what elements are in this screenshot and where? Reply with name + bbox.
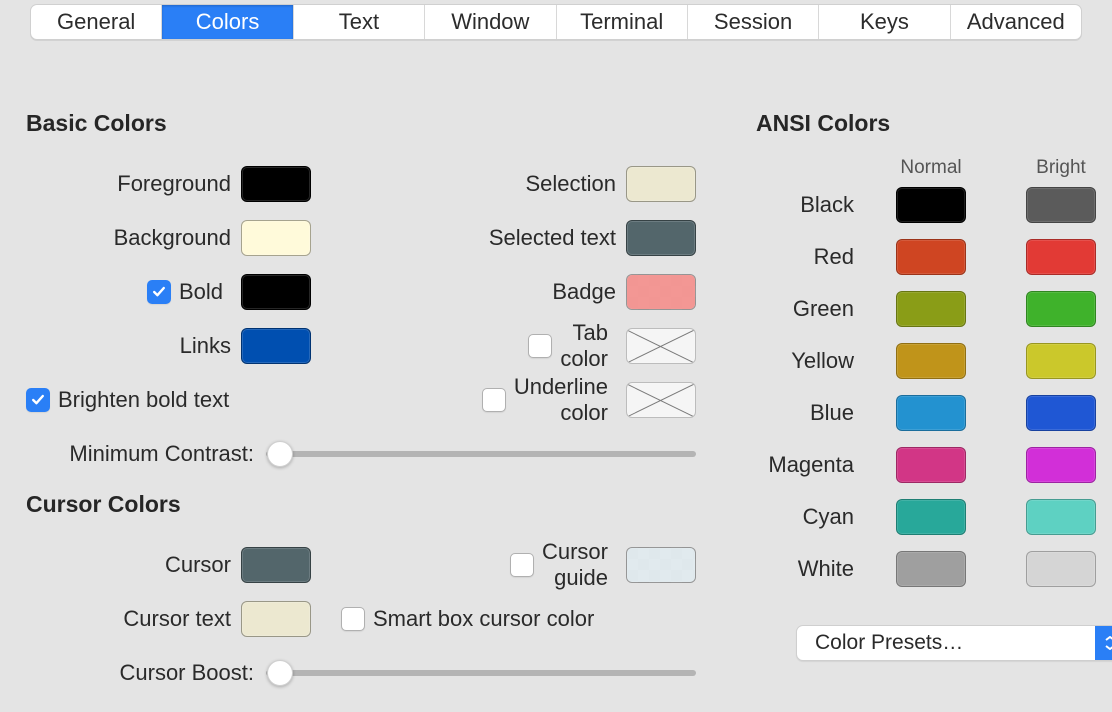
tab-advanced[interactable]: Advanced <box>951 5 1081 39</box>
tab-terminal[interactable]: Terminal <box>557 5 688 39</box>
ansi-name: Black <box>756 192 866 218</box>
ansi-name: Red <box>756 244 866 270</box>
underline-color-swatch[interactable] <box>626 382 696 418</box>
cursor-guide-checkbox[interactable] <box>510 553 534 577</box>
tab-colors[interactable]: Colors <box>162 5 293 39</box>
ansi-row-green: Green <box>756 283 1112 335</box>
background-label: Background <box>114 225 241 251</box>
cursor-guide-swatch[interactable] <box>626 547 696 583</box>
tab-color-swatch[interactable] <box>626 328 696 364</box>
selected-text-swatch[interactable] <box>626 220 696 256</box>
ansi-black-normal-swatch[interactable] <box>896 187 966 223</box>
ansi-cyan-bright-swatch[interactable] <box>1026 499 1096 535</box>
ansi-name: White <box>756 556 866 582</box>
smart-box-checkbox[interactable] <box>341 607 365 631</box>
links-swatch[interactable] <box>241 328 311 364</box>
ansi-red-bright-swatch[interactable] <box>1026 239 1096 275</box>
ansi-white-bright-swatch[interactable] <box>1026 551 1096 587</box>
bold-label: Bold <box>179 279 233 305</box>
cursor-guide-label: Cursor guide <box>542 539 618 591</box>
ansi-green-normal-swatch[interactable] <box>896 291 966 327</box>
ansi-magenta-normal-swatch[interactable] <box>896 447 966 483</box>
ansi-row-white: White <box>756 543 1112 595</box>
ansi-green-bright-swatch[interactable] <box>1026 291 1096 327</box>
ansi-row-cyan: Cyan <box>756 491 1112 543</box>
tab-window[interactable]: Window <box>425 5 556 39</box>
underline-color-checkbox[interactable] <box>482 388 506 412</box>
chevron-down-icon <box>1095 626 1112 660</box>
ansi-colors-heading: ANSI Colors <box>756 110 1112 137</box>
tab-color-checkbox[interactable] <box>528 334 552 358</box>
ansi-magenta-bright-swatch[interactable] <box>1026 447 1096 483</box>
underline-color-label: Underline color <box>514 374 618 426</box>
ansi-red-normal-swatch[interactable] <box>896 239 966 275</box>
foreground-swatch[interactable] <box>241 166 311 202</box>
ansi-row-blue: Blue <box>756 387 1112 439</box>
ansi-row-yellow: Yellow <box>756 335 1112 387</box>
cursor-boost-label: Cursor Boost: <box>26 660 266 686</box>
ansi-name: Yellow <box>756 348 866 374</box>
ansi-name: Cyan <box>756 504 866 530</box>
foreground-label: Foreground <box>117 171 241 197</box>
tab-color-label: Tab color <box>560 320 618 372</box>
badge-label: Badge <box>552 279 626 305</box>
bold-swatch[interactable] <box>241 274 311 310</box>
ansi-blue-normal-swatch[interactable] <box>896 395 966 431</box>
ansi-name: Blue <box>756 400 866 426</box>
basic-colors-heading: Basic Colors <box>26 110 696 137</box>
ansi-yellow-bright-swatch[interactable] <box>1026 343 1096 379</box>
brighten-bold-checkbox[interactable] <box>26 388 50 412</box>
color-presets-label: Color Presets… <box>797 631 1095 655</box>
tab-text[interactable]: Text <box>294 5 425 39</box>
color-presets-dropdown[interactable]: Color Presets… <box>796 625 1112 661</box>
links-label: Links <box>180 333 241 359</box>
cursor-text-swatch[interactable] <box>241 601 311 637</box>
selected-text-label: Selected text <box>489 225 626 251</box>
ansi-row-black: Black <box>756 179 1112 231</box>
ansi-yellow-normal-swatch[interactable] <box>896 343 966 379</box>
selection-label: Selection <box>525 171 626 197</box>
selection-swatch[interactable] <box>626 166 696 202</box>
bold-checkbox[interactable] <box>147 280 171 304</box>
min-contrast-slider[interactable] <box>266 439 696 469</box>
settings-tabbar: General Colors Text Window Terminal Sess… <box>30 4 1082 40</box>
brighten-bold-label: Brighten bold text <box>58 387 229 413</box>
ansi-head-bright: Bright <box>996 157 1112 179</box>
cursor-boost-slider[interactable] <box>266 658 696 688</box>
background-swatch[interactable] <box>241 220 311 256</box>
ansi-black-bright-swatch[interactable] <box>1026 187 1096 223</box>
ansi-row-magenta: Magenta <box>756 439 1112 491</box>
badge-swatch[interactable] <box>626 274 696 310</box>
ansi-name: Magenta <box>756 452 866 478</box>
cursor-swatch[interactable] <box>241 547 311 583</box>
smart-box-label: Smart box cursor color <box>373 606 594 632</box>
cursor-label: Cursor <box>165 552 241 578</box>
min-contrast-label: Minimum Contrast: <box>26 441 266 467</box>
cursor-text-label: Cursor text <box>123 606 241 632</box>
ansi-cyan-normal-swatch[interactable] <box>896 499 966 535</box>
ansi-blue-bright-swatch[interactable] <box>1026 395 1096 431</box>
ansi-row-red: Red <box>756 231 1112 283</box>
tab-keys[interactable]: Keys <box>819 5 950 39</box>
tab-session[interactable]: Session <box>688 5 819 39</box>
cursor-colors-heading: Cursor Colors <box>26 491 696 518</box>
ansi-white-normal-swatch[interactable] <box>896 551 966 587</box>
tab-general[interactable]: General <box>31 5 162 39</box>
ansi-name: Green <box>756 296 866 322</box>
ansi-head-normal: Normal <box>866 157 996 179</box>
